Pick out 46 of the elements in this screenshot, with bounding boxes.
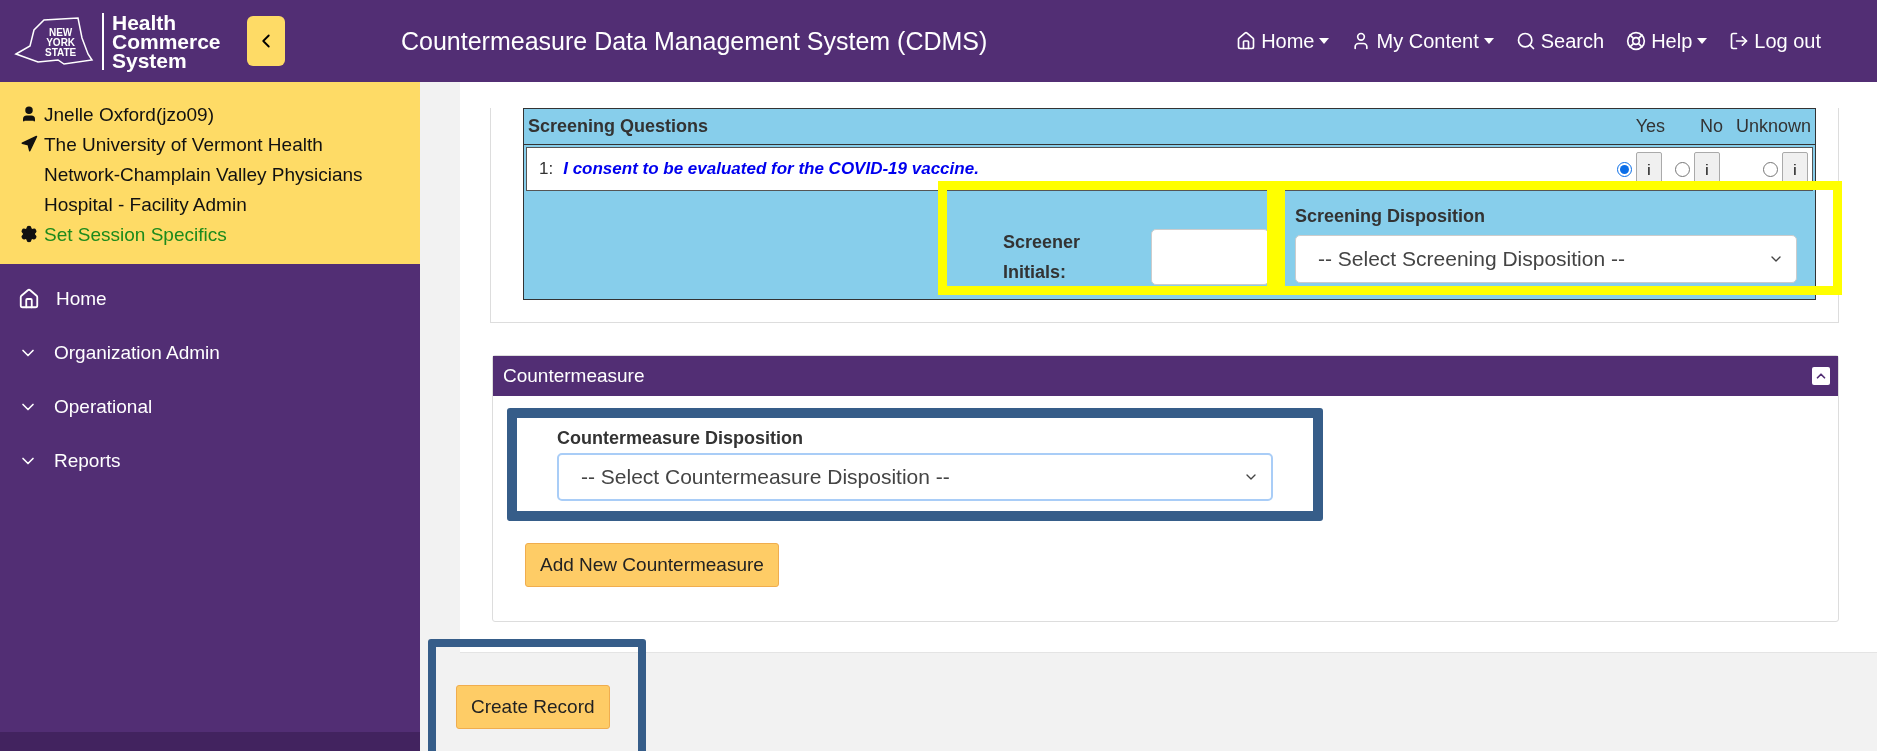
card-title: Countermeasure (503, 365, 645, 387)
app-title: Countermeasure Data Management System (CDMS) (401, 26, 989, 56)
search-icon (1515, 31, 1536, 51)
facility-text: The University of Vermont Health Network-Champlain Valley Physicians Hospital - Facility Admin (44, 133, 364, 217)
home-icon (18, 288, 40, 310)
field-label: Screener Initials: (1003, 231, 1082, 284)
lifebuoy-icon (1626, 31, 1647, 51)
radio-button[interactable] (1617, 161, 1632, 177)
state-map-icon (14, 16, 94, 66)
settings-icon (20, 225, 38, 243)
user-icon (20, 105, 38, 123)
user-name: Jnelle Oxford(jzo09) (44, 103, 215, 127)
sidebar-item[interactable]: Home (0, 272, 420, 326)
disposition-select[interactable]: -- Select Screening Disposition -- (1295, 235, 1797, 283)
caret-icon (1483, 38, 1494, 44)
question-text: I consent to be evaluated for the COVID-19 vaccine. (563, 159, 980, 179)
location-arrow-icon (20, 135, 38, 153)
logout-icon (1729, 31, 1750, 51)
column-header: Yes (1634, 116, 1665, 137)
home-icon (1236, 31, 1257, 51)
create-record-button[interactable]: Create Record (456, 685, 610, 729)
add-countermeasure-button[interactable]: Add New Countermeasure (525, 543, 779, 587)
sidebar-item[interactable]: Organization Admin (0, 326, 420, 380)
caret-icon (1697, 38, 1708, 44)
initials-field[interactable] (1151, 229, 1269, 285)
radio-button[interactable] (1675, 161, 1690, 177)
sidebar-item[interactable]: Reports (0, 434, 420, 488)
column-header: No (1699, 116, 1723, 137)
table-title: Screening Questions (528, 116, 710, 137)
question-number: 1: (539, 159, 554, 179)
sidebar-item[interactable]: Operational (0, 380, 420, 434)
column-header: Unknown (1734, 116, 1811, 137)
nav-link[interactable]: My Content (1351, 29, 1494, 53)
nav-link[interactable]: Home (1236, 29, 1330, 53)
field-label: Screening Disposition (1295, 206, 1487, 227)
radio-button[interactable] (1763, 161, 1778, 177)
nav-link[interactable]: Help (1626, 29, 1708, 53)
collapse-button[interactable] (246, 16, 285, 66)
collapse-button[interactable] (1812, 367, 1830, 385)
nav-link[interactable]: Log out (1729, 29, 1821, 53)
disposition-select[interactable]: -- Select Countermeasure Disposition -- (557, 453, 1273, 501)
nav-link[interactable]: Search (1515, 29, 1605, 53)
logo-text: NEW YORK STATE (45, 28, 77, 58)
field-label: Countermeasure Disposition (557, 428, 805, 449)
brand-text: Health Commerce System (102, 12, 221, 70)
caret-icon (1319, 38, 1330, 44)
